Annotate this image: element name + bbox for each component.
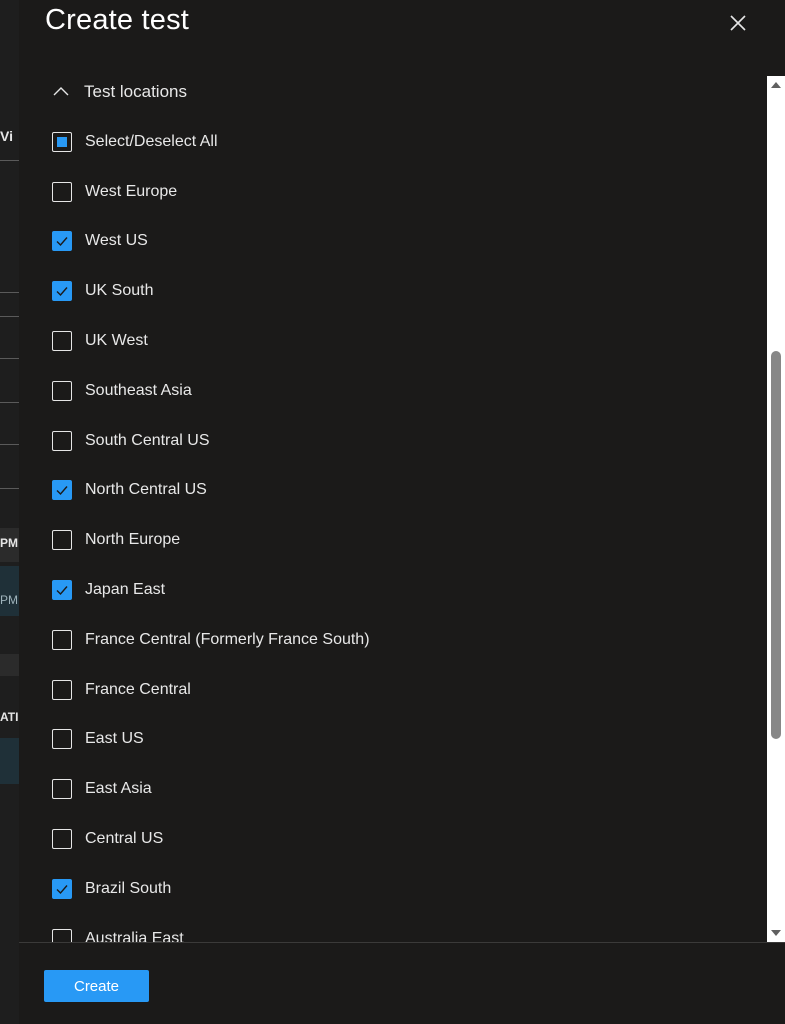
section-label: Test locations (84, 82, 187, 101)
background-table-row (0, 566, 19, 616)
location-checkbox[interactable]: West US (52, 217, 370, 267)
checkbox-unchecked-icon (52, 380, 72, 401)
checkbox-label: France Central (Formerly France South) (85, 630, 370, 648)
checkbox-label: Central US (85, 830, 164, 848)
location-checkbox[interactable]: UK South (52, 266, 370, 316)
location-checkbox[interactable]: Central US (52, 814, 370, 864)
close-button[interactable] (726, 11, 750, 35)
location-checkbox[interactable]: Australia East (52, 914, 370, 942)
location-checkbox[interactable]: North Europe (52, 515, 370, 565)
background-divider (0, 358, 19, 359)
footer-divider (19, 942, 785, 943)
test-locations-section-toggle[interactable]: Test locations (52, 80, 187, 104)
location-checkbox[interactable]: North Central US (52, 466, 370, 516)
background-text-fragment: Vi (0, 128, 13, 144)
test-locations-scroll-area: Test locations Select/Deselect All West … (19, 70, 767, 942)
close-icon (730, 15, 746, 31)
checkbox-label: Australia East (85, 929, 184, 942)
background-divider (0, 292, 19, 293)
checkbox-label: North Europe (85, 531, 181, 549)
location-checkbox[interactable]: West Europe (52, 167, 370, 217)
scroll-up-arrow-icon[interactable] (770, 79, 782, 91)
background-divider (0, 402, 19, 403)
checkbox-unchecked-icon (52, 829, 72, 850)
checkbox-label: Select/Deselect All (85, 132, 218, 150)
scrollbar-thumb[interactable] (771, 351, 781, 739)
checkbox-label: Brazil South (85, 879, 172, 897)
checkbox-checked-icon (52, 580, 72, 601)
checkbox-label: East Asia (85, 780, 152, 798)
checkbox-label: North Central US (85, 481, 207, 499)
checkbox-label: Southeast Asia (85, 381, 192, 399)
checkbox-unchecked-icon (52, 530, 72, 551)
background-text-fragment: PM (0, 536, 18, 550)
location-checkbox[interactable]: France Central (Formerly France South) (52, 615, 370, 665)
checkbox-label: South Central US (85, 431, 210, 449)
location-checkbox[interactable]: South Central US (52, 416, 370, 466)
checkbox-label: West US (85, 232, 148, 250)
checkbox-checked-icon (52, 878, 72, 899)
checkbox-checked-icon (52, 480, 72, 501)
background-text-fragment: ATIO (0, 710, 19, 724)
location-checkbox[interactable]: Japan East (52, 565, 370, 615)
location-checkbox[interactable]: UK West (52, 316, 370, 366)
scroll-down-arrow-icon[interactable] (770, 927, 782, 939)
background-divider (0, 160, 19, 161)
screen: Vi PM PM ATIO Create test Test loca (0, 0, 785, 1024)
checkbox-unchecked-icon (52, 779, 72, 800)
background-text-fragment: PM (0, 593, 18, 607)
checkbox-unchecked-icon (52, 181, 72, 202)
background-divider (0, 444, 19, 445)
location-checkbox[interactable]: France Central (52, 665, 370, 715)
checkbox-unchecked-icon (52, 629, 72, 650)
location-checkbox[interactable]: Southeast Asia (52, 366, 370, 416)
checkbox-unchecked-icon (52, 928, 72, 942)
checkbox-label: East US (85, 730, 144, 748)
location-list: Select/Deselect All West Europe West US UK… (52, 117, 370, 942)
checkbox-checked-icon (52, 281, 72, 302)
checkbox-unchecked-icon (52, 679, 72, 700)
checkbox-unchecked-icon (52, 430, 72, 451)
background-band (0, 654, 19, 676)
checkbox-unchecked-icon (52, 729, 72, 750)
background-page: Vi PM PM ATIO (0, 0, 19, 1024)
scrollbar[interactable] (767, 76, 785, 942)
create-test-panel: Create test Test locations Select/Desele… (19, 0, 785, 1024)
location-checkbox[interactable]: Brazil South (52, 864, 370, 914)
checkbox-label: Japan East (85, 581, 166, 599)
location-checkbox[interactable]: East US (52, 715, 370, 765)
checkbox-label: France Central (85, 680, 191, 698)
location-checkbox[interactable]: East Asia (52, 764, 370, 814)
create-button[interactable]: Create (44, 970, 149, 1002)
checkbox-label: West Europe (85, 182, 178, 200)
chevron-up-icon (53, 87, 69, 96)
checkbox-unchecked-icon (52, 331, 72, 352)
background-divider (0, 316, 19, 317)
background-divider (0, 488, 19, 489)
panel-title: Create test (45, 4, 190, 36)
background-table-row (0, 738, 19, 784)
select-all-checkbox[interactable]: Select/Deselect All (52, 117, 370, 167)
checkbox-checked-icon (52, 231, 72, 252)
checkbox-label: UK West (85, 332, 148, 350)
checkbox-mixed-icon (52, 131, 72, 152)
checkbox-label: UK South (85, 282, 154, 300)
